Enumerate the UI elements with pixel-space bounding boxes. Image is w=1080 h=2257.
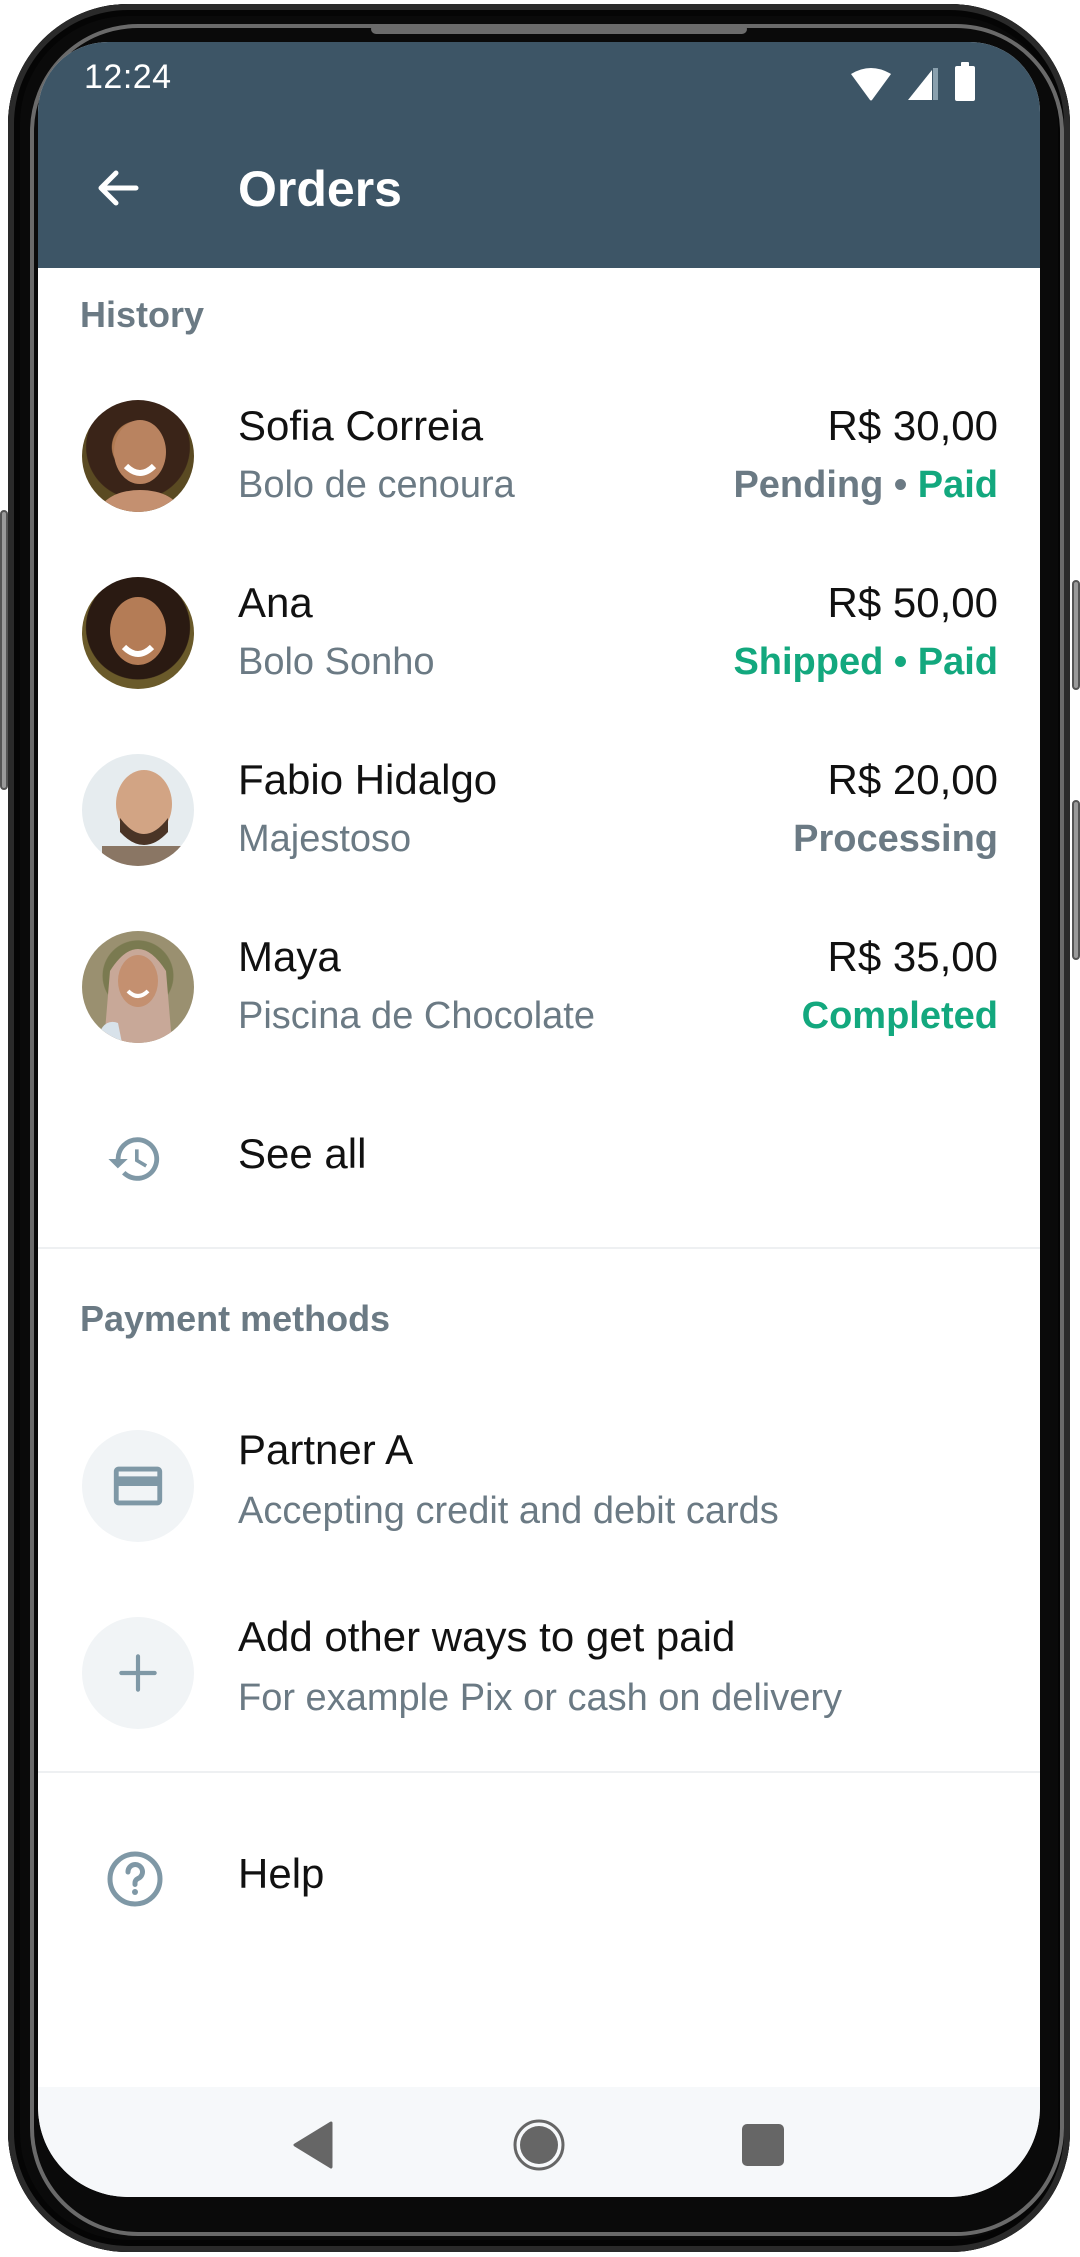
- avatar: [82, 754, 194, 866]
- nav-recents-button[interactable]: [733, 2115, 793, 2175]
- recents-square-icon: [742, 2124, 784, 2166]
- status-part: Paid: [917, 641, 998, 683]
- status-time: 12:24: [84, 58, 172, 96]
- earpiece-speaker: [371, 24, 747, 34]
- status-icons: [850, 62, 976, 102]
- arrow-left-icon: [98, 170, 139, 206]
- customer-name: Maya: [238, 933, 341, 980]
- payment-method-subtitle: For example Pix or cash on delivery: [238, 1677, 843, 1719]
- system-nav-bar: [38, 2087, 1040, 2197]
- order-amount: R$ 30,00: [827, 402, 998, 449]
- status-separator: •: [883, 464, 918, 506]
- order-status: Processing: [793, 818, 998, 861]
- back-triangle-icon: [293, 2121, 333, 2169]
- nav-home-button[interactable]: [509, 2115, 569, 2175]
- status-part: Paid: [917, 464, 998, 506]
- order-status: Completed: [802, 995, 998, 1038]
- order-row-sofia-correia[interactable]: Sofia Correia Bolo de cenoura R$ 30,00 P…: [38, 382, 1040, 532]
- cellular-signal-icon: [908, 68, 938, 100]
- order-row-maya[interactable]: Maya Piscina de Chocolate R$ 35,00 Compl…: [38, 913, 1040, 1063]
- order-item: Piscina de Chocolate: [238, 995, 595, 1037]
- plus-icon: [119, 1654, 157, 1692]
- avatar-portrait: [102, 770, 186, 866]
- battery-icon: [955, 62, 975, 101]
- section-divider: [38, 1247, 1040, 1249]
- payment-icon-bg: [82, 1430, 194, 1542]
- order-amount: R$ 35,00: [827, 933, 998, 980]
- payment-methods-section-label: Payment methods: [80, 1298, 391, 1339]
- customer-name: Sofia Correia: [238, 402, 484, 449]
- avatar-portrait: [110, 597, 166, 665]
- payment-method-partner-a[interactable]: Partner A Accepting credit and debit car…: [38, 1412, 1040, 1562]
- payment-method-title: Partner A: [238, 1426, 414, 1473]
- history-icon-wrap: [100, 1124, 170, 1194]
- help-label: Help: [238, 1850, 325, 1897]
- credit-card-icon: [113, 1466, 163, 1506]
- see-all-label: See all: [238, 1130, 367, 1177]
- order-status: Pending • Paid: [733, 464, 998, 507]
- add-payment-method-button[interactable]: Add other ways to get paid For example P…: [38, 1599, 1040, 1749]
- side-button-left: [0, 510, 8, 790]
- customer-name: Fabio Hidalgo: [238, 756, 498, 803]
- app-screen: 12:24 Orders History Sofia Correia Bolo …: [38, 42, 1040, 2197]
- status-part: Pending: [733, 464, 884, 506]
- back-button[interactable]: [88, 158, 148, 218]
- section-divider: [38, 1771, 1040, 1773]
- side-button-volume: [1072, 580, 1080, 690]
- status-part: Completed: [801, 995, 998, 1037]
- home-circle-icon: [513, 2119, 565, 2171]
- avatar-portrait: [96, 949, 172, 1043]
- avatar-portrait: [100, 420, 180, 512]
- status-separator: •: [883, 641, 918, 683]
- avatar: [82, 400, 194, 512]
- order-row-fabio-hidalgo[interactable]: Fabio Hidalgo Majestoso R$ 20,00 Process…: [38, 736, 1040, 886]
- order-item: Bolo de cenoura: [238, 464, 515, 506]
- order-amount: R$ 20,00: [827, 756, 998, 803]
- order-item: Majestoso: [238, 818, 412, 860]
- status-part: Processing: [793, 818, 998, 860]
- order-amount: R$ 50,00: [827, 579, 998, 626]
- order-status: Shipped • Paid: [733, 641, 998, 684]
- side-button-power: [1072, 800, 1080, 960]
- payment-method-subtitle: Accepting credit and debit cards: [238, 1490, 779, 1532]
- nav-back-button[interactable]: [283, 2115, 343, 2175]
- app-bar: 12:24 Orders: [38, 42, 1040, 268]
- order-row-ana[interactable]: Ana Bolo Sonho R$ 50,00 Shipped • Paid: [38, 559, 1040, 709]
- payment-method-title: Add other ways to get paid: [238, 1613, 736, 1660]
- status-part: Shipped: [733, 641, 884, 683]
- page-title: Orders: [238, 161, 402, 217]
- payment-icon-bg: [82, 1617, 194, 1729]
- help-button[interactable]: Help: [38, 1814, 1040, 1934]
- help-icon-wrap: [100, 1844, 170, 1914]
- help-circle-icon: [107, 1851, 163, 1907]
- wifi-icon: [851, 68, 891, 101]
- avatar: [82, 577, 194, 689]
- see-all-button[interactable]: See all: [38, 1094, 1040, 1214]
- order-item: Bolo Sonho: [238, 641, 435, 683]
- history-icon: [108, 1137, 160, 1181]
- avatar: [82, 931, 194, 1043]
- customer-name: Ana: [238, 579, 313, 626]
- history-section-label: History: [80, 294, 205, 335]
